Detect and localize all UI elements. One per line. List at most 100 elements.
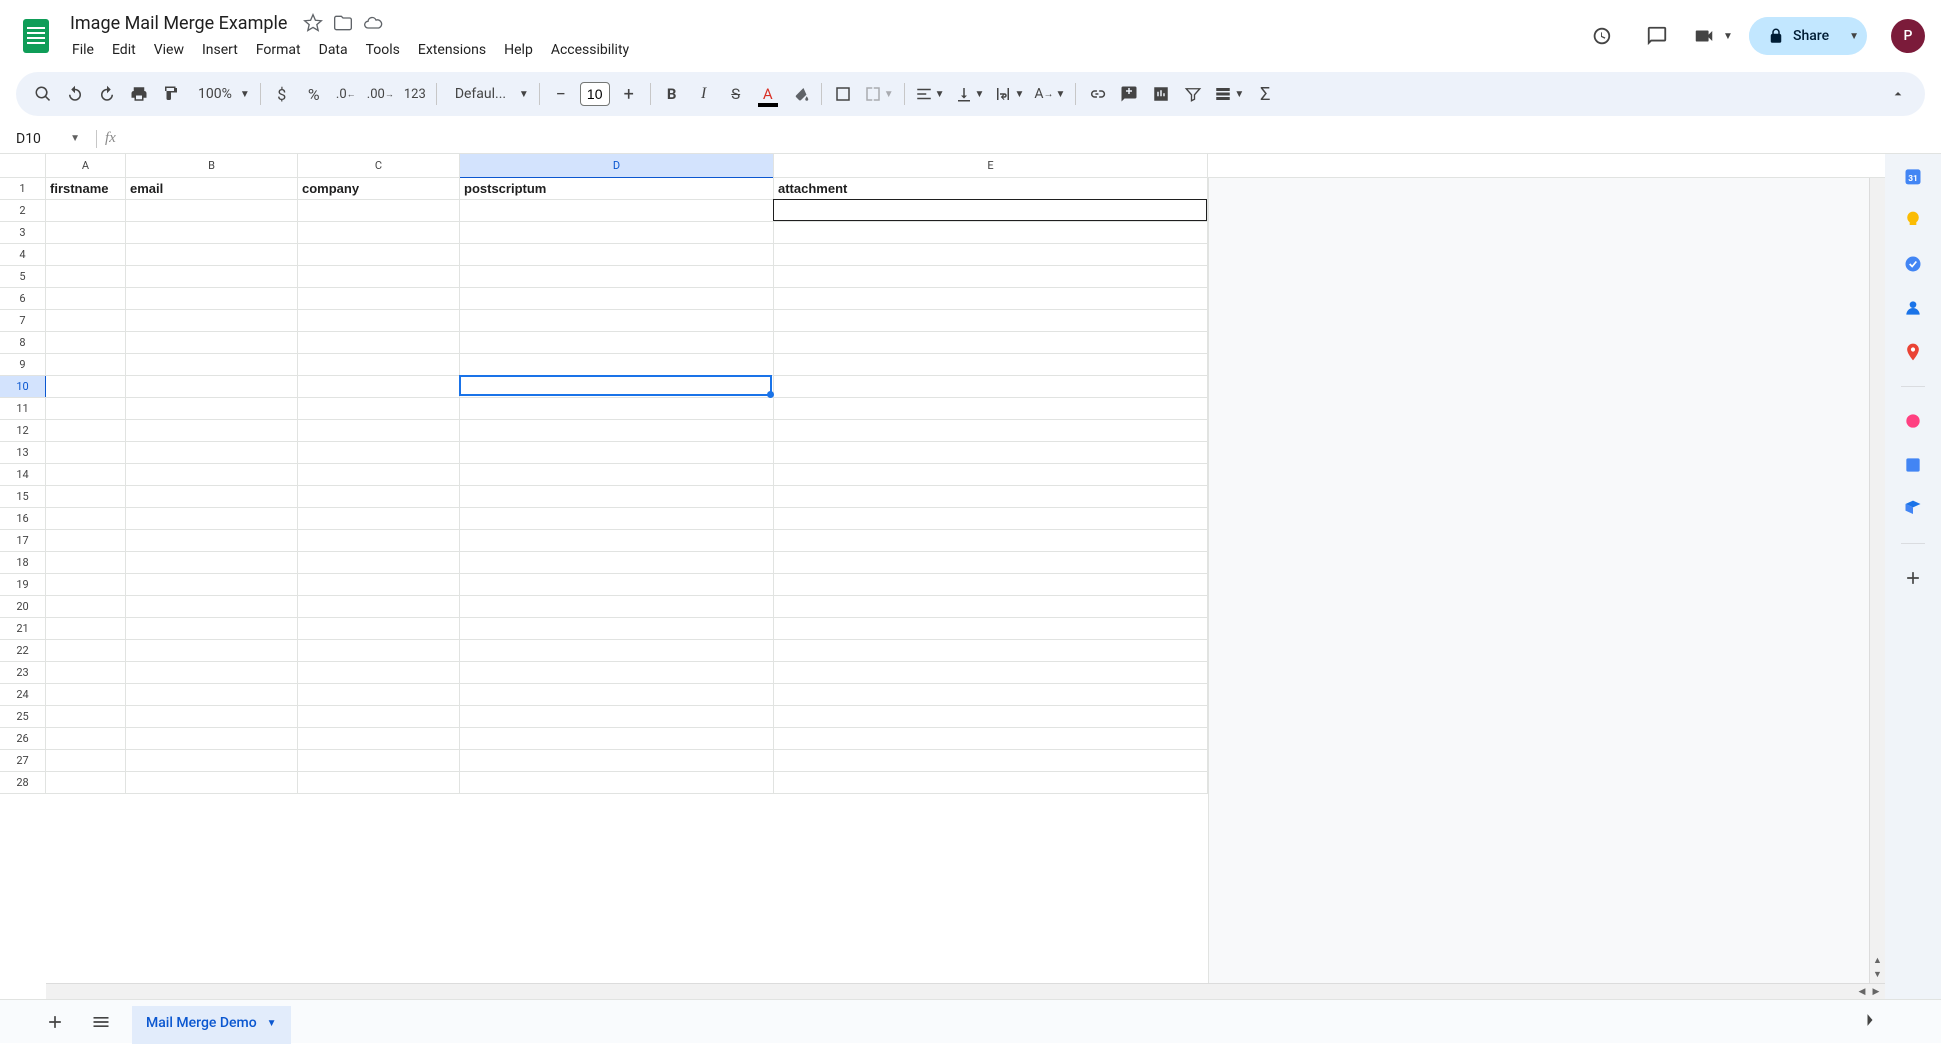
text-color-icon[interactable]: A bbox=[753, 79, 783, 109]
cell[interactable] bbox=[298, 288, 460, 310]
cell[interactable] bbox=[298, 596, 460, 618]
decrease-fontsize-icon[interactable]: − bbox=[546, 79, 576, 109]
row-header[interactable]: 5 bbox=[0, 266, 46, 288]
cell[interactable] bbox=[126, 750, 298, 772]
cell[interactable] bbox=[774, 508, 1208, 530]
paint-format-icon[interactable] bbox=[156, 79, 186, 109]
row-header[interactable]: 23 bbox=[0, 662, 46, 684]
row-header[interactable]: 20 bbox=[0, 596, 46, 618]
meet-icon[interactable]: ▼ bbox=[1693, 16, 1733, 56]
row-header[interactable]: 4 bbox=[0, 244, 46, 266]
account-avatar[interactable]: P bbox=[1891, 19, 1925, 53]
cell[interactable] bbox=[460, 552, 774, 574]
cell[interactable] bbox=[126, 222, 298, 244]
cell[interactable] bbox=[774, 684, 1208, 706]
cell[interactable] bbox=[774, 420, 1208, 442]
tasks-icon[interactable] bbox=[1903, 254, 1923, 274]
cell[interactable] bbox=[460, 310, 774, 332]
addon-icon-1[interactable] bbox=[1903, 411, 1923, 431]
cell[interactable] bbox=[460, 750, 774, 772]
cell[interactable] bbox=[460, 618, 774, 640]
cell[interactable] bbox=[460, 222, 774, 244]
bold-icon[interactable]: B bbox=[657, 79, 687, 109]
menu-insert[interactable]: Insert bbox=[194, 38, 246, 62]
cell[interactable] bbox=[460, 508, 774, 530]
cell[interactable] bbox=[298, 442, 460, 464]
cell[interactable] bbox=[126, 618, 298, 640]
cell[interactable] bbox=[298, 310, 460, 332]
cell[interactable] bbox=[774, 222, 1208, 244]
cell[interactable] bbox=[298, 530, 460, 552]
cell[interactable] bbox=[460, 574, 774, 596]
cell[interactable] bbox=[298, 772, 460, 794]
cell[interactable] bbox=[126, 574, 298, 596]
row-header[interactable]: 24 bbox=[0, 684, 46, 706]
cell[interactable] bbox=[126, 596, 298, 618]
cell[interactable] bbox=[126, 244, 298, 266]
redo-icon[interactable] bbox=[92, 79, 122, 109]
cell[interactable]: firstname bbox=[46, 178, 126, 200]
cell[interactable] bbox=[298, 640, 460, 662]
cell[interactable]: attachment bbox=[774, 178, 1208, 200]
cell[interactable] bbox=[460, 464, 774, 486]
row-header[interactable]: 17 bbox=[0, 530, 46, 552]
cell[interactable] bbox=[460, 684, 774, 706]
cell[interactable] bbox=[774, 244, 1208, 266]
cell[interactable]: email bbox=[126, 178, 298, 200]
cell[interactable] bbox=[126, 662, 298, 684]
cell[interactable] bbox=[126, 530, 298, 552]
cell[interactable] bbox=[46, 662, 126, 684]
get-addons-icon[interactable] bbox=[1903, 568, 1923, 588]
cell[interactable] bbox=[774, 464, 1208, 486]
menu-extensions[interactable]: Extensions bbox=[410, 38, 494, 62]
cell[interactable] bbox=[774, 376, 1208, 398]
cell[interactable] bbox=[774, 618, 1208, 640]
column-header-B[interactable]: B bbox=[126, 154, 298, 177]
cell[interactable] bbox=[298, 200, 460, 222]
cell[interactable] bbox=[460, 530, 774, 552]
cell[interactable] bbox=[298, 486, 460, 508]
italic-icon[interactable]: I bbox=[689, 79, 719, 109]
cell[interactable] bbox=[298, 376, 460, 398]
row-header[interactable]: 21 bbox=[0, 618, 46, 640]
cell[interactable] bbox=[126, 508, 298, 530]
formula-input[interactable] bbox=[124, 124, 1941, 153]
cell[interactable] bbox=[298, 354, 460, 376]
cell[interactable] bbox=[46, 706, 126, 728]
cell[interactable] bbox=[126, 288, 298, 310]
cell[interactable] bbox=[126, 376, 298, 398]
cell[interactable] bbox=[774, 640, 1208, 662]
row-header[interactable]: 16 bbox=[0, 508, 46, 530]
cell[interactable] bbox=[126, 310, 298, 332]
cell[interactable] bbox=[774, 398, 1208, 420]
cell[interactable] bbox=[126, 728, 298, 750]
share-dropdown[interactable]: ▼ bbox=[1849, 31, 1859, 42]
link-icon[interactable] bbox=[1082, 79, 1112, 109]
cell[interactable] bbox=[126, 420, 298, 442]
menu-edit[interactable]: Edit bbox=[104, 38, 144, 62]
cell[interactable] bbox=[774, 266, 1208, 288]
menu-help[interactable]: Help bbox=[496, 38, 541, 62]
cell[interactable] bbox=[460, 772, 774, 794]
cell[interactable] bbox=[460, 288, 774, 310]
menu-view[interactable]: View bbox=[146, 38, 192, 62]
contacts-icon[interactable] bbox=[1903, 298, 1923, 318]
menu-accessibility[interactable]: Accessibility bbox=[543, 38, 637, 62]
cell[interactable] bbox=[46, 464, 126, 486]
row-header[interactable]: 28 bbox=[0, 772, 46, 794]
borders-icon[interactable] bbox=[828, 79, 858, 109]
cell[interactable] bbox=[460, 332, 774, 354]
cell[interactable] bbox=[126, 640, 298, 662]
column-header-E[interactable]: E bbox=[774, 154, 1208, 177]
decrease-decimal-icon[interactable]: .0← bbox=[331, 79, 361, 109]
sheets-logo[interactable] bbox=[16, 16, 56, 56]
cell[interactable] bbox=[46, 200, 126, 222]
select-all-corner[interactable] bbox=[0, 154, 46, 177]
menu-tools[interactable]: Tools bbox=[358, 38, 408, 62]
document-title[interactable]: Image Mail Merge Example bbox=[64, 11, 293, 36]
cell[interactable] bbox=[46, 552, 126, 574]
row-header[interactable]: 2 bbox=[0, 200, 46, 222]
cell[interactable] bbox=[774, 596, 1208, 618]
cell[interactable] bbox=[46, 640, 126, 662]
functions-icon[interactable]: Σ bbox=[1250, 79, 1280, 109]
